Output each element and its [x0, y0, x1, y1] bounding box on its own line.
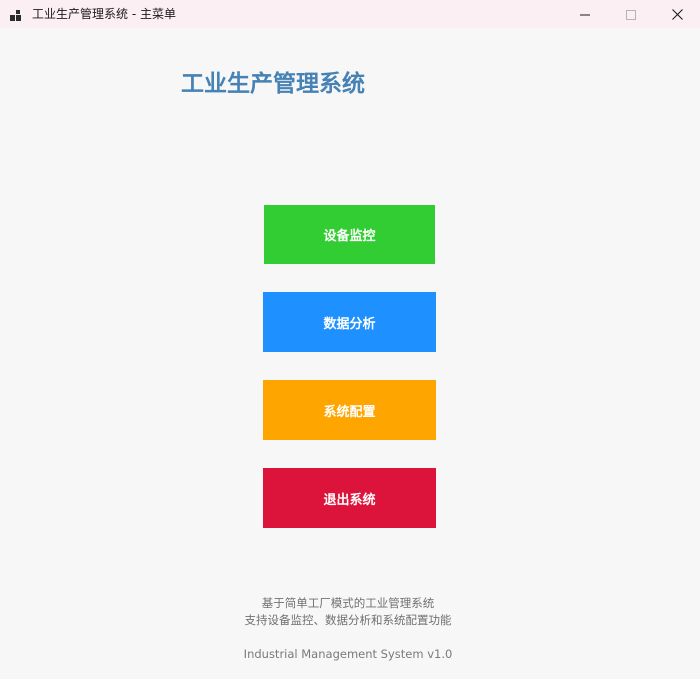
- minimize-icon: [580, 5, 590, 24]
- app-grid-icon: [10, 7, 22, 21]
- exit-system-button[interactable]: 退出系统: [263, 468, 436, 528]
- minimize-button[interactable]: [562, 0, 608, 28]
- window-title: 工业生产管理系统 - 主菜单: [32, 7, 176, 21]
- close-button[interactable]: [654, 0, 700, 28]
- footer-description-line2: 支持设备监控、数据分析和系统配置功能: [244, 613, 452, 627]
- maximize-button[interactable]: [608, 0, 654, 28]
- device-monitor-button[interactable]: 设备监控: [264, 205, 435, 264]
- footer-description-line1: 基于简单工厂模式的工业管理系统: [261, 596, 435, 610]
- data-analysis-button[interactable]: 数据分析: [263, 292, 436, 352]
- close-icon: [671, 5, 683, 24]
- maximize-icon: [626, 5, 636, 24]
- footer-version: Industrial Management System v1.0: [243, 647, 453, 661]
- system-config-button[interactable]: 系统配置: [263, 380, 436, 440]
- title-bar[interactable]: 工业生产管理系统 - 主菜单: [0, 0, 700, 28]
- main-menu-window: 工业生产管理系统 - 主菜单 工业生产管理系统 设备监控 数据分析 系统配置 退…: [0, 0, 700, 679]
- page-title: 工业生产管理系统: [181, 71, 365, 97]
